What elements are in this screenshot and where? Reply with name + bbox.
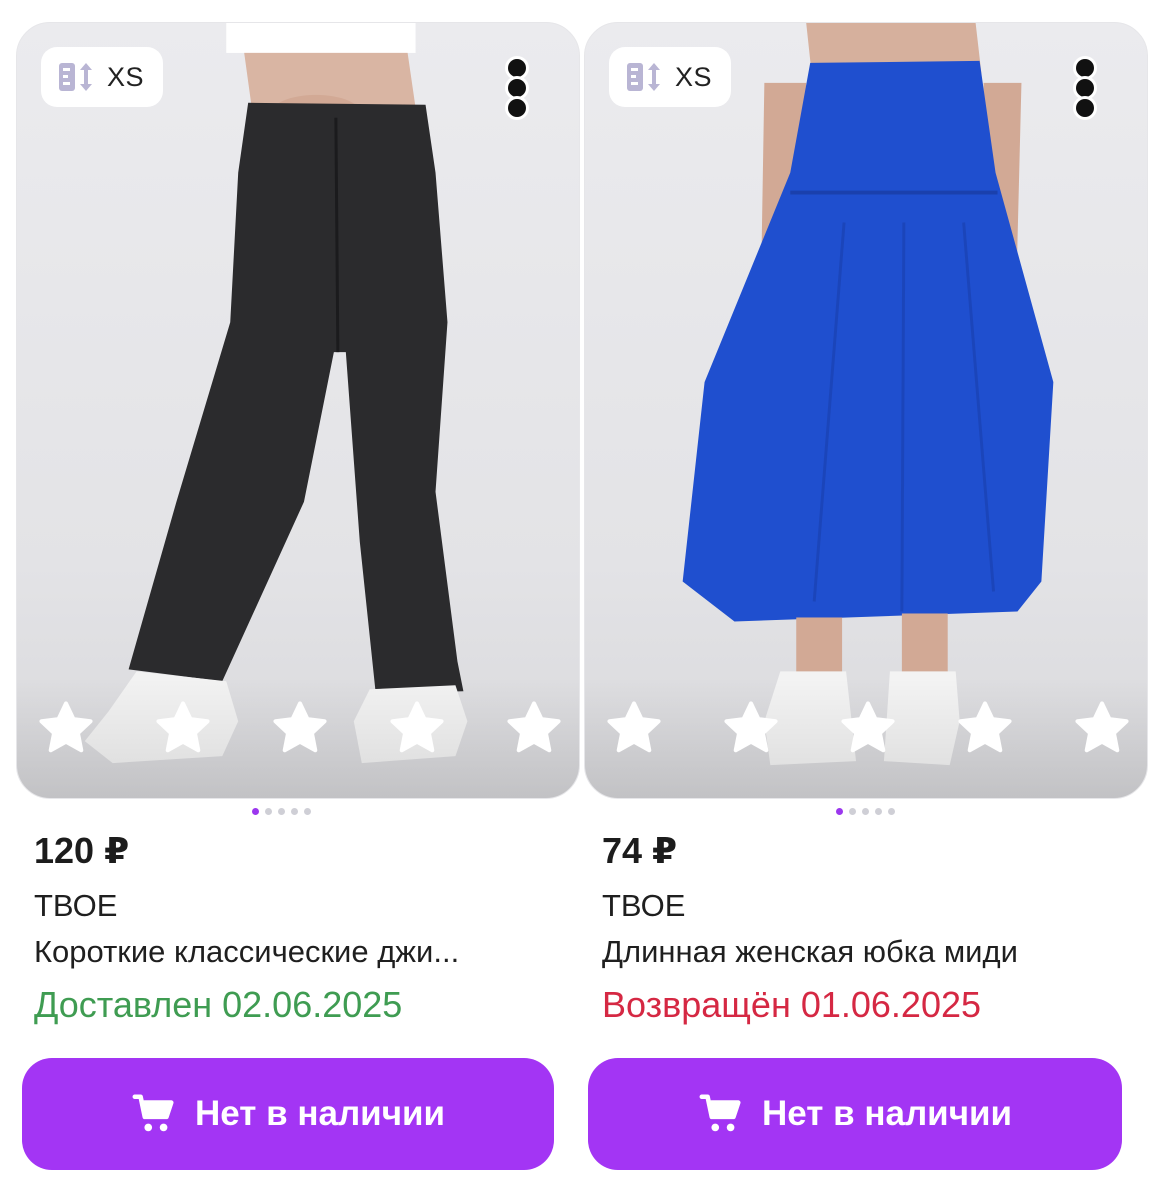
star-icon[interactable] xyxy=(603,697,665,759)
star-icon[interactable] xyxy=(837,697,899,759)
product-image[interactable]: XS xyxy=(584,22,1148,799)
pagination-dot xyxy=(265,808,272,815)
more-vertical-icon[interactable] xyxy=(1073,57,1097,119)
star-icon[interactable] xyxy=(386,697,448,759)
out-of-stock-button[interactable]: Нет в наличии xyxy=(22,1058,554,1170)
button-label: Нет в наличии xyxy=(761,1094,1013,1133)
star-icon[interactable] xyxy=(720,697,782,759)
size-badge: XS xyxy=(41,47,163,107)
pagination-dot xyxy=(291,808,298,815)
size-badge: XS xyxy=(609,47,731,107)
order-status: Возвращён 01.06.2025 xyxy=(602,984,982,1025)
size-ruler-icon xyxy=(59,63,92,91)
pagination-dot-active xyxy=(252,808,259,815)
product-title[interactable]: Длинная женская юбка миди xyxy=(602,934,1142,970)
product-card-skirt[interactable]: XS 74 ₽ ТВОЕ Длинная женская юбка миди В… xyxy=(584,22,1148,1192)
cart-icon xyxy=(699,1094,741,1132)
star-icon[interactable] xyxy=(503,697,565,759)
gallery-pagination xyxy=(252,808,311,818)
star-icon[interactable] xyxy=(152,697,214,759)
product-brand: ТВОЕ xyxy=(602,888,686,923)
pagination-dot xyxy=(875,808,882,815)
more-vertical-icon[interactable] xyxy=(505,57,529,119)
size-label: XS xyxy=(675,61,713,92)
pagination-dot-active xyxy=(836,808,843,815)
pagination-dot xyxy=(278,808,285,815)
out-of-stock-button[interactable]: Нет в наличии xyxy=(588,1058,1122,1170)
pagination-dot xyxy=(888,808,895,815)
product-price: 74 ₽ xyxy=(602,830,678,871)
product-brand: ТВОЕ xyxy=(34,888,118,923)
star-icon[interactable] xyxy=(35,697,97,759)
star-icon[interactable] xyxy=(269,697,331,759)
product-price: 120 ₽ xyxy=(34,830,130,871)
pagination-dot xyxy=(862,808,869,815)
cart-icon xyxy=(132,1094,174,1132)
product-image[interactable]: XS xyxy=(16,22,580,799)
button-label: Нет в наличии xyxy=(194,1094,446,1133)
rating-stars[interactable] xyxy=(35,697,565,761)
product-card-jeans[interactable]: XS 120 ₽ ТВОЕ Короткие классические джи.… xyxy=(16,22,580,1192)
rating-stars[interactable] xyxy=(603,697,1133,761)
star-icon[interactable] xyxy=(1071,697,1133,759)
size-ruler-icon xyxy=(627,63,660,91)
pagination-dot xyxy=(849,808,856,815)
star-icon[interactable] xyxy=(954,697,1016,759)
order-status: Доставлен 02.06.2025 xyxy=(34,984,403,1025)
pagination-dot xyxy=(304,808,311,815)
gallery-pagination xyxy=(836,808,895,818)
product-title[interactable]: Короткие классические джи... xyxy=(34,934,574,970)
size-label: XS xyxy=(107,61,145,92)
